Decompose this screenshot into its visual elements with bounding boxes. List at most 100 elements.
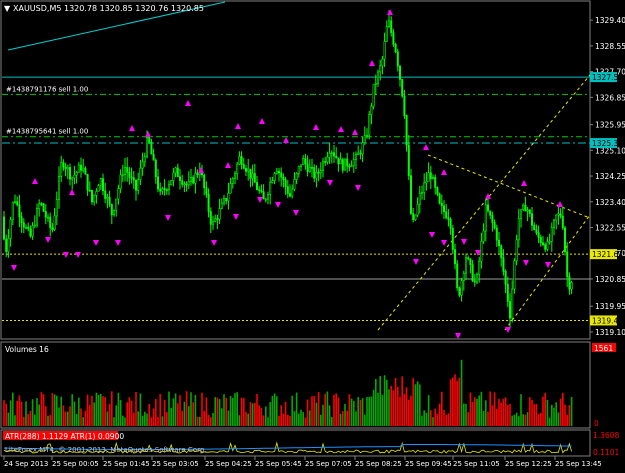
candle-body [220, 202, 223, 209]
volume-bar [322, 404, 324, 426]
volume-bar [227, 410, 230, 426]
candle-body [24, 226, 27, 229]
volume-bar [144, 411, 146, 426]
volume-bar [276, 396, 278, 426]
fractal-up-marker [423, 144, 429, 150]
volume-bar [95, 392, 98, 426]
candle-body [49, 216, 52, 228]
volume-bar [388, 389, 390, 426]
candle-body [354, 154, 357, 160]
x-tick-label: 25 Sep 07:05 [305, 460, 352, 468]
candle-body [187, 181, 190, 186]
volume-bar [496, 408, 498, 426]
volume-bar [218, 399, 221, 426]
fractal-down-marker [75, 252, 81, 258]
candle-body [416, 203, 419, 216]
volume-bar [311, 396, 313, 426]
candle-body [418, 193, 421, 205]
candle-body [192, 177, 195, 184]
candle-body [293, 179, 296, 190]
candle-body [447, 217, 450, 220]
volume-bar [355, 411, 357, 426]
fractal-down-marker [327, 180, 333, 186]
candle-body [535, 229, 538, 233]
chart-window: #1438791176 sell 1.00 #1438795641 sell 1.… [0, 0, 625, 469]
candle-body [143, 156, 146, 163]
candle-body [115, 198, 118, 211]
candle-body [506, 283, 509, 302]
candle-body [407, 144, 410, 177]
candle-body [361, 142, 364, 155]
candle-body [280, 172, 283, 178]
trading-chart[interactable]: #1438791176 sell 1.00 #1438795641 sell 1.… [0, 0, 625, 469]
volume-min-label: 0 [594, 419, 599, 428]
fractal-down-marker [93, 240, 99, 246]
volume-bar [108, 404, 111, 426]
candle-body [372, 84, 375, 107]
volume-bar [518, 416, 520, 426]
volume-bar [31, 399, 34, 426]
volume-bar [256, 393, 258, 426]
candle-body [401, 79, 404, 97]
atr-title: ATR(288) 1.1129 ATR(1) 0.0900 [5, 432, 124, 441]
volume-bar [313, 396, 315, 426]
candle-body [57, 175, 60, 200]
volume-bar [291, 395, 293, 426]
candle-body [434, 176, 437, 188]
y-tick-label: 1326.85 [595, 93, 625, 102]
volume-bar [438, 403, 441, 426]
volume-bar [102, 396, 104, 426]
candle-body [106, 197, 109, 199]
candle-body [185, 183, 188, 186]
volume-bar [25, 401, 27, 426]
x-tick-label: 25 Sep 00:05 [52, 460, 99, 468]
volume-bar [84, 410, 87, 426]
candle-body [566, 251, 569, 278]
volume-bar [379, 375, 381, 426]
volume-bar [359, 400, 362, 426]
volume-bar [194, 394, 197, 426]
candle-body [390, 20, 393, 33]
candle-body [310, 167, 313, 169]
candle-body [40, 203, 43, 205]
candle-body [471, 264, 474, 282]
volume-bar [507, 404, 509, 426]
volume-bar [280, 405, 282, 426]
candle-body [315, 172, 318, 179]
fractal-down-marker [293, 210, 299, 216]
volume-bar [416, 381, 419, 426]
candle-body [339, 159, 342, 165]
volume-bar [447, 413, 450, 426]
candle-body [66, 167, 69, 170]
volume-bar [71, 394, 73, 426]
candle-body [526, 209, 529, 212]
candle-body [491, 215, 494, 223]
candle-body [170, 180, 173, 186]
candle-body [332, 152, 335, 157]
candle-body [555, 214, 558, 221]
candle-body [126, 167, 129, 173]
candle-body [163, 188, 166, 190]
candle-body [11, 201, 14, 221]
volume-bar [75, 413, 78, 426]
candle-body [214, 218, 217, 222]
candle-body [234, 173, 237, 179]
candle-body [304, 158, 307, 165]
candle-body [412, 213, 415, 220]
candle-body [376, 71, 379, 84]
candle-body [341, 159, 344, 171]
volume-bar [445, 414, 447, 426]
volume-max-label: 1561 [594, 344, 613, 353]
volume-bar [40, 392, 43, 426]
volume-bar [91, 395, 93, 426]
candle-body [462, 272, 465, 281]
candle-body [275, 170, 278, 174]
candle-body [247, 168, 250, 172]
volume-bar [36, 398, 38, 426]
volume-bar [183, 401, 186, 426]
candle-body [442, 205, 445, 213]
candle-body [245, 168, 248, 172]
volume-bar [16, 400, 18, 426]
x-tick-label: 25 Sep 01:45 [103, 460, 150, 468]
candle-body [258, 189, 261, 192]
